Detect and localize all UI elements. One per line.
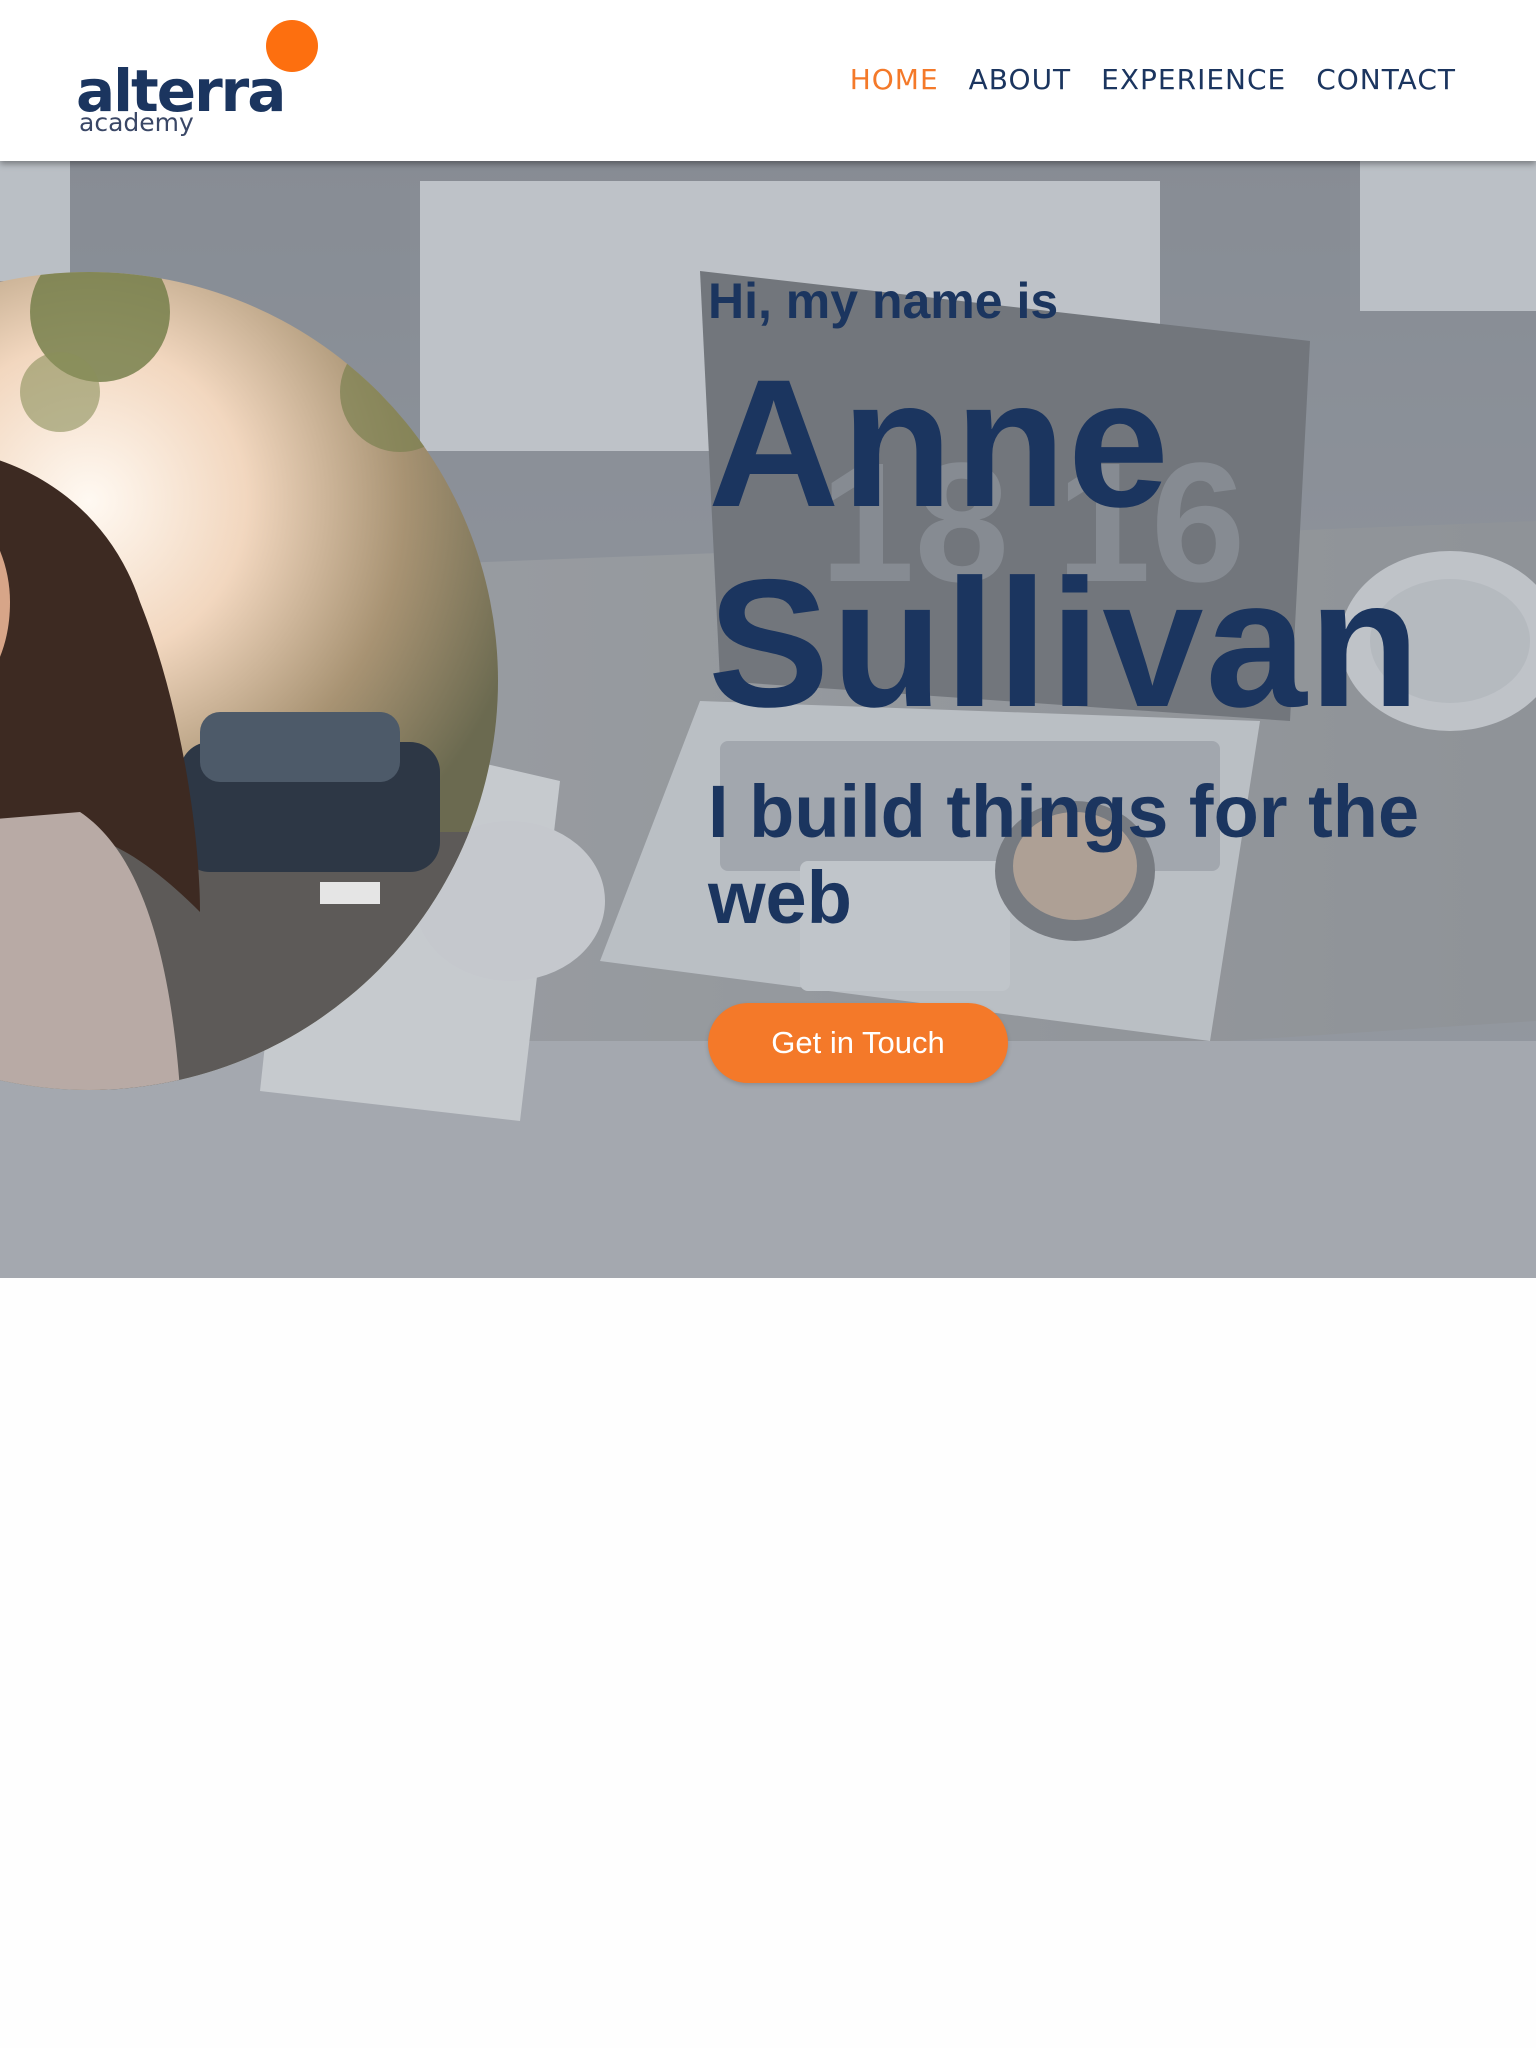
nav-about[interactable]: ABOUT	[969, 62, 1072, 98]
site-header: alterra academy HOME ABOUT EXPERIENCE CO…	[0, 0, 1536, 161]
hero-tagline: I build things for the web	[708, 770, 1420, 939]
hero-text: Hi, my name is Anne Sullivan I build thi…	[708, 271, 1468, 1083]
nav-experience[interactable]: EXPERIENCE	[1101, 62, 1286, 98]
content-area	[0, 1278, 1536, 2048]
alterra-academy-logo[interactable]: alterra academy	[76, 18, 326, 140]
hero-name-first: Anne	[708, 341, 1171, 545]
hero-greeting: Hi, my name is	[708, 273, 1059, 329]
main-nav: HOME ABOUT EXPERIENCE CONTACT	[850, 62, 1456, 98]
nav-home[interactable]: HOME	[850, 62, 939, 98]
hero-name: Anne Sullivan	[708, 343, 1468, 743]
hero-name-last: Sullivan	[708, 541, 1422, 745]
logo-subtitle: academy	[79, 108, 194, 137]
hero-section: 18 16	[0, 161, 1536, 1278]
nav-contact[interactable]: CONTACT	[1316, 62, 1456, 98]
get-in-touch-button[interactable]: Get in Touch	[708, 1003, 1008, 1083]
